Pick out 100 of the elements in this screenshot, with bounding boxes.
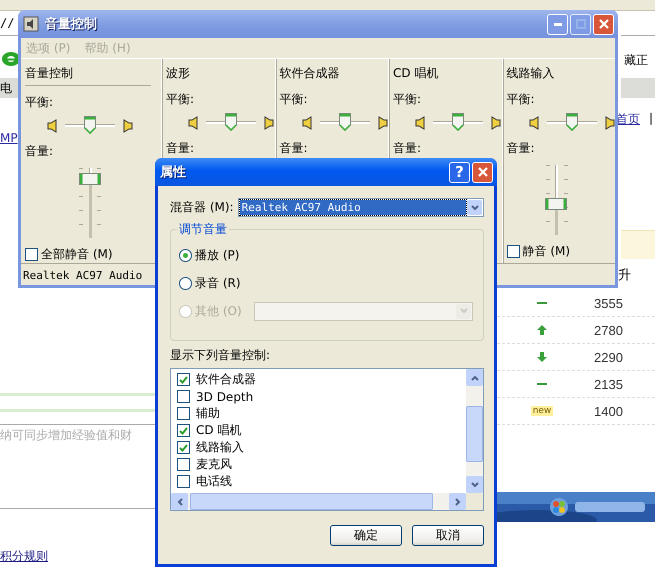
- column-header: 升: [618, 267, 631, 284]
- scroll-up-button[interactable]: [466, 369, 483, 386]
- list-label: 显示下列音量控制:: [170, 347, 272, 364]
- volume-label: 音量:: [506, 140, 536, 157]
- vertical-scrollbar[interactable]: [466, 369, 483, 493]
- tab-text[interactable]: 电: [0, 81, 12, 95]
- volume-label: 音量:: [393, 140, 422, 157]
- volume-slider[interactable]: [77, 168, 103, 238]
- horizontal-scrollbar[interactable]: [171, 493, 483, 510]
- toolbar-text[interactable]: 藏正: [624, 52, 648, 69]
- volume-slider[interactable]: [544, 165, 570, 235]
- close-icon: [478, 167, 488, 177]
- control-name: 线路输入: [196, 439, 244, 456]
- speaker-left-icon: [302, 116, 312, 130]
- speaker-left-icon: [47, 119, 57, 133]
- scroll-thumb[interactable]: [466, 406, 483, 462]
- link-text[interactable]: MP: [0, 131, 18, 145]
- speaker-right-icon: [264, 116, 274, 130]
- mute-label: 静音 (M): [522, 243, 570, 260]
- hint-text: 纳可同步增加经验值和财: [0, 427, 132, 444]
- balance-label: 平衡:: [506, 91, 536, 108]
- checkbox[interactable]: [177, 475, 190, 488]
- mixer-label: 混音器 (M):: [170, 199, 234, 216]
- tab-strip: [621, 78, 655, 98]
- dash-icon: [537, 301, 547, 305]
- down-arrow-icon: [537, 352, 547, 362]
- volume-label: 音量:: [25, 143, 54, 160]
- balance-slider[interactable]: [546, 113, 596, 133]
- radio-label: 播放 (P): [195, 246, 240, 264]
- checkbox[interactable]: [177, 373, 190, 386]
- speaker-right-icon: [491, 116, 501, 130]
- radio-button[interactable]: [179, 276, 192, 290]
- balance-slider[interactable]: [206, 113, 256, 133]
- score-text: 1400: [594, 404, 623, 418]
- slider-thumb[interactable]: [84, 116, 96, 134]
- rules-link[interactable]: 积分规则: [0, 548, 48, 565]
- scrollbar-corner: [466, 493, 483, 510]
- dialog-button[interactable]: 确定: [330, 525, 402, 546]
- highlight-band: [621, 230, 655, 259]
- close-button[interactable]: [472, 162, 493, 182]
- channel-name: CD 唱机: [393, 65, 440, 82]
- speaker-left-icon: [528, 116, 538, 130]
- minimize-button[interactable]: [547, 14, 568, 34]
- channel-name: 软件合成器: [280, 65, 340, 82]
- volume-label: 音量:: [280, 140, 309, 157]
- mixer-dropdown[interactable]: Realtek AC97 Audio: [238, 198, 484, 217]
- maximize-button[interactable]: [570, 14, 591, 34]
- checkbox[interactable]: [177, 407, 190, 420]
- volume-label: 音量:: [166, 140, 196, 157]
- scroll-thumb[interactable]: [190, 493, 433, 510]
- help-button[interactable]: ?: [449, 162, 470, 182]
- scroll-left-button[interactable]: [171, 493, 188, 510]
- dialog-title: 属性: [160, 164, 186, 181]
- mute-checkbox[interactable]: [506, 245, 520, 258]
- speaker-right-icon: [604, 116, 614, 130]
- home-link[interactable]: 首页: [616, 111, 640, 128]
- scroll-down-button[interactable]: [466, 476, 483, 493]
- checkbox[interactable]: [177, 390, 190, 403]
- close-icon: [598, 19, 608, 29]
- control-name: 3D Depth: [196, 390, 254, 404]
- channel-name: 波形: [166, 65, 191, 82]
- checkbox[interactable]: [177, 458, 190, 471]
- score-text: 2780: [594, 322, 623, 338]
- balance-slider[interactable]: [320, 113, 370, 133]
- checkbox[interactable]: [177, 441, 190, 454]
- radio-label: 其他 (O): [195, 302, 242, 320]
- score-text: 3555: [594, 296, 623, 310]
- slider-thumb[interactable]: [545, 198, 567, 210]
- balance-slider[interactable]: [433, 113, 483, 133]
- radio-button[interactable]: [179, 248, 192, 262]
- slider-thumb[interactable]: [452, 113, 464, 131]
- speaker-left-icon: [188, 116, 198, 130]
- control-name: 麦克风: [196, 456, 232, 473]
- mute-checkbox[interactable]: [25, 248, 38, 261]
- minimize-icon: [554, 22, 562, 26]
- control-name: CD 唱机: [196, 422, 242, 439]
- speaker-icon: [23, 16, 39, 32]
- control-name: 辅助: [196, 405, 220, 422]
- score-text: 2290: [594, 350, 623, 364]
- chevron-down-icon: [470, 482, 478, 488]
- dropdown-button[interactable]: [467, 200, 482, 215]
- scroll-right-button[interactable]: [449, 493, 466, 510]
- radio-label: 录音 (R): [195, 274, 241, 292]
- slider-thumb[interactable]: [338, 113, 350, 131]
- channel-name: 线路输入: [506, 65, 556, 82]
- chevron-left-icon: [176, 498, 182, 506]
- chevron-down-icon: [460, 308, 468, 314]
- chevron-up-icon: [470, 374, 478, 380]
- dialog-button[interactable]: 取消: [412, 525, 484, 546]
- speaker-right-icon: [378, 116, 388, 130]
- balance-slider[interactable]: [65, 116, 115, 136]
- address-text: //: [0, 16, 14, 30]
- checkbox[interactable]: [177, 424, 190, 437]
- slider-thumb[interactable]: [225, 113, 237, 131]
- slider-thumb[interactable]: [566, 113, 578, 131]
- status-text: Realtek AC97 Audio: [23, 268, 142, 282]
- slider-thumb[interactable]: [78, 172, 100, 184]
- chevron-down-icon: [470, 204, 478, 210]
- close-button[interactable]: [593, 14, 614, 34]
- dash-icon: [537, 382, 547, 386]
